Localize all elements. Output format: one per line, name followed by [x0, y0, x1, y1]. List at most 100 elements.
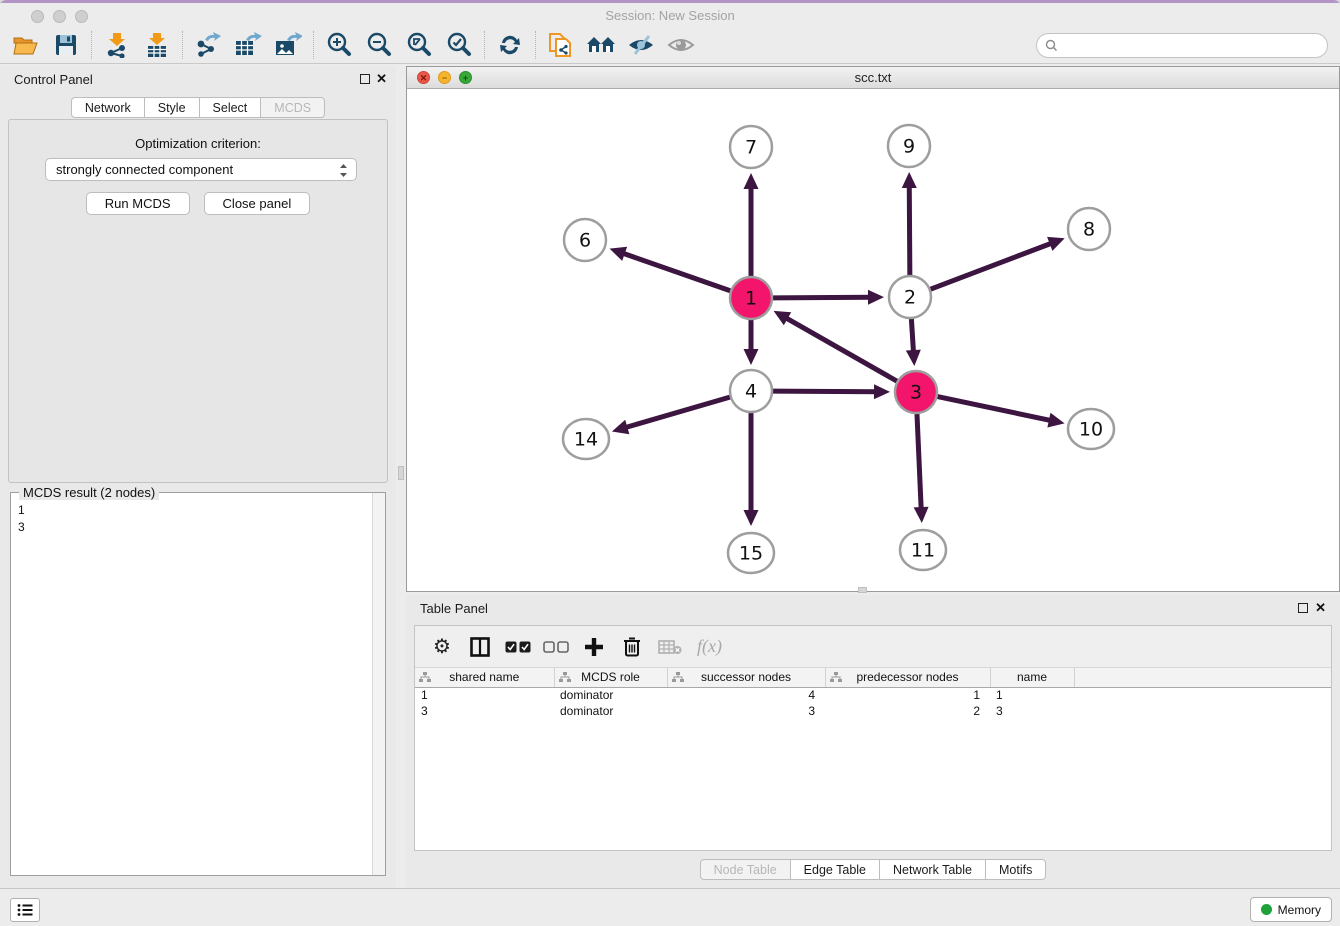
control-panel-title: Control Panel	[14, 72, 93, 87]
edge-1-2[interactable]	[773, 297, 872, 298]
zoom-out-icon	[366, 32, 392, 58]
table-cell[interactable]: 3	[667, 703, 825, 719]
status-bar: Memory	[0, 888, 1340, 926]
export-network-icon	[195, 32, 221, 58]
column-header-shared-name[interactable]: shared name	[415, 668, 554, 687]
table-toolbar: ⚙ f(x)	[415, 626, 1331, 668]
table-settings-button[interactable]: ⚙	[427, 632, 457, 662]
edge-2-9[interactable]	[909, 184, 910, 275]
open-session-button[interactable]	[6, 29, 46, 61]
table-cell[interactable]: 1	[825, 687, 990, 703]
close-panel-icon[interactable]: ✕	[376, 71, 387, 87]
tab-edge-table[interactable]: Edge Table	[791, 859, 880, 880]
unselect-all-columns-button[interactable]	[541, 632, 571, 662]
table-header-row[interactable]: shared nameMCDS rolesuccessor nodesprede…	[415, 668, 1331, 687]
tab-mcds[interactable]: MCDS	[261, 97, 325, 118]
network-canvas[interactable]: 1234678910111415	[407, 89, 1339, 591]
zoom-in-button[interactable]	[319, 29, 359, 61]
network-window: ✕ − + scc.txt 1234678910111415	[406, 66, 1340, 592]
edge-4-14[interactable]	[623, 397, 729, 428]
edge-arrowhead	[906, 350, 921, 366]
graph-node-label: 2	[904, 287, 916, 309]
column-header-successor-nodes[interactable]: successor nodes	[667, 668, 825, 687]
table-cell[interactable]: 1	[415, 687, 554, 703]
export-table-button[interactable]	[228, 29, 268, 61]
graph-node-label: 4	[745, 381, 757, 403]
network-graph[interactable]: 1234678910111415	[407, 89, 1339, 591]
apply-layout-button[interactable]	[490, 29, 530, 61]
memory-label: Memory	[1278, 903, 1321, 917]
float-panel-icon[interactable]	[360, 74, 370, 84]
edge-3-1[interactable]	[784, 317, 897, 381]
search-field[interactable]	[1036, 33, 1328, 58]
edge-1-6[interactable]	[621, 253, 730, 291]
table-cell[interactable]: 3	[990, 703, 1074, 719]
refresh-icon	[498, 33, 522, 57]
select-all-columns-button[interactable]	[503, 632, 533, 662]
import-table-button[interactable]	[137, 29, 177, 61]
zoom-selected-button[interactable]	[439, 29, 479, 61]
zoom-out-button[interactable]	[359, 29, 399, 61]
graph-node-label: 7	[745, 137, 757, 159]
edge-2-8[interactable]	[931, 242, 1054, 289]
open-folder-icon	[13, 34, 39, 56]
tab-node-table[interactable]: Node Table	[700, 859, 791, 880]
show-columns-button[interactable]	[465, 632, 495, 662]
first-neighbors-button[interactable]	[581, 29, 621, 61]
create-column-button[interactable]	[579, 632, 609, 662]
delete-columns-button[interactable]	[617, 632, 647, 662]
table-cell-filler	[1074, 687, 1331, 703]
result-scrollbar[interactable]	[372, 493, 385, 875]
delete-table-button[interactable]	[655, 632, 685, 662]
column-header-predecessor-nodes[interactable]: predecessor nodes	[825, 668, 990, 687]
tab-motifs[interactable]: Motifs	[986, 859, 1046, 880]
table-cell[interactable]: 3	[415, 703, 554, 719]
edge-arrowhead	[902, 172, 917, 188]
export-network-button[interactable]	[188, 29, 228, 61]
tab-network[interactable]: Network	[71, 97, 145, 118]
edge-4-3[interactable]	[773, 391, 878, 392]
run-mcds-button[interactable]: Run MCDS	[86, 192, 190, 215]
export-image-button[interactable]	[268, 29, 308, 61]
edge-2-3[interactable]	[911, 319, 913, 354]
table-cell[interactable]: 4	[667, 687, 825, 703]
hide-selected-button[interactable]	[621, 29, 661, 61]
table-cell[interactable]: dominator	[554, 703, 667, 719]
table-cell[interactable]: dominator	[554, 687, 667, 703]
import-network-button[interactable]	[97, 29, 137, 61]
optimization-criterion-dropdown[interactable]: strongly connected component	[45, 158, 357, 181]
edge-3-11[interactable]	[917, 414, 921, 511]
network-from-selection-button[interactable]	[541, 29, 581, 61]
node-table[interactable]: shared nameMCDS rolesuccessor nodesprede…	[415, 668, 1331, 719]
unchecked-boxes-icon	[543, 641, 569, 653]
network-window-titlebar[interactable]: ✕ − + scc.txt	[407, 67, 1339, 89]
tab-select[interactable]: Select	[200, 97, 262, 118]
graph-node-label: 11	[911, 540, 935, 562]
zoom-fit-button[interactable]	[399, 29, 439, 61]
column-header-MCDS-role[interactable]: MCDS role	[554, 668, 667, 687]
float-panel-icon[interactable]	[1298, 603, 1308, 613]
search-input[interactable]	[1063, 39, 1327, 53]
edge-3-10[interactable]	[938, 397, 1053, 421]
column-header-name[interactable]: name	[990, 668, 1074, 687]
table-row[interactable]: 1dominator411	[415, 687, 1331, 703]
table-panel: Table Panel ✕ ⚙ f(x)	[406, 595, 1340, 888]
horizontal-split-grip[interactable]	[858, 587, 867, 593]
table-cell[interactable]: 2	[825, 703, 990, 719]
table-cell[interactable]: 1	[990, 687, 1074, 703]
graph-node-label: 1	[745, 288, 757, 310]
task-history-button[interactable]	[10, 898, 40, 922]
divider-grip[interactable]	[398, 466, 404, 480]
table-row[interactable]: 3dominator323	[415, 703, 1331, 719]
mcds-result-box: MCDS result (2 nodes) 1 3	[10, 492, 386, 876]
show-all-button[interactable]	[661, 29, 701, 61]
save-session-button[interactable]	[46, 29, 86, 61]
function-builder-button[interactable]: f(x)	[697, 636, 722, 657]
close-panel-icon[interactable]: ✕	[1315, 600, 1326, 616]
vertical-split-divider[interactable]	[396, 66, 406, 888]
import-network-icon	[105, 32, 129, 58]
tab-style[interactable]: Style	[145, 97, 200, 118]
memory-button[interactable]: Memory	[1250, 897, 1332, 922]
close-panel-button[interactable]: Close panel	[204, 192, 311, 215]
tab-network-table[interactable]: Network Table	[880, 859, 986, 880]
